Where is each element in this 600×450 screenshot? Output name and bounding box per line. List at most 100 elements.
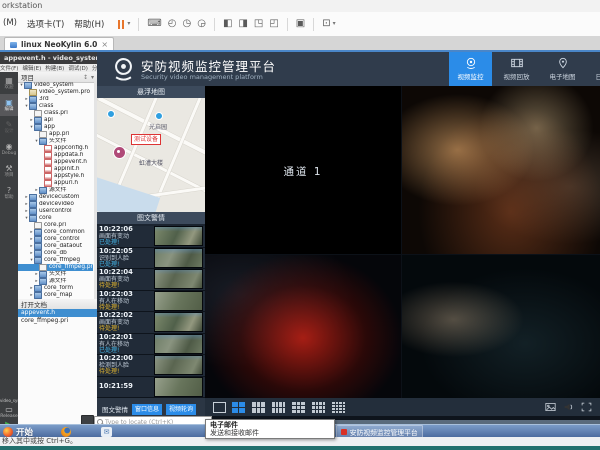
tree-item[interactable]: ▾video_system	[18, 82, 93, 89]
alert-item[interactable]: 10:22:06画面有变动已处理!	[97, 226, 205, 248]
vm-menu-item[interactable]: 帮助(H)	[74, 18, 104, 30]
tree-item[interactable]: appdata.h	[18, 152, 93, 159]
tree-item[interactable]: ▸core_db	[18, 250, 93, 257]
tree-item[interactable]: core.pri	[18, 222, 93, 229]
nav-视频回放[interactable]: 视频回放	[495, 52, 538, 86]
alert-item[interactable]: 10:22:00检测到人脸待处理!	[97, 355, 205, 377]
tree-item[interactable]: core_ffmpeg.pri	[18, 264, 93, 271]
nav-电子地图[interactable]: 电子地图	[541, 52, 584, 86]
open-document-item[interactable]: core_ffmpeg.pri	[18, 317, 97, 325]
map-marker-icon[interactable]	[155, 112, 163, 120]
layout-9[interactable]	[291, 401, 306, 414]
video-pane-2[interactable]	[402, 86, 600, 254]
layout-4[interactable]	[231, 401, 246, 414]
nav-日志查询[interactable]: 日志查询	[587, 52, 600, 86]
layout-12[interactable]	[311, 401, 326, 414]
footer-button-视频轮询[interactable]: 视频轮询	[166, 404, 196, 415]
layout-1[interactable]	[213, 402, 226, 413]
tree-item[interactable]: ▾class	[18, 103, 93, 110]
send-keys-icon[interactable]: ⌨	[147, 17, 161, 31]
open-document-item[interactable]: appevent.h	[18, 309, 97, 317]
fit-screen-button[interactable]: ⊡▾	[322, 17, 335, 31]
nav-视频监控[interactable]: 视频监控	[449, 52, 492, 86]
qt-menu-item[interactable]: 文件(F)	[0, 64, 18, 72]
expand-icon	[581, 402, 592, 412]
alert-item[interactable]: 10:22:03有人在移动待处理!	[97, 291, 205, 313]
audio-icon[interactable]	[563, 402, 574, 412]
tree-item[interactable]: appconfig.h	[18, 145, 93, 152]
fullscreen-icon[interactable]	[581, 402, 592, 412]
tree-item[interactable]: ▸源文件	[18, 278, 93, 285]
snapshot-revert-icon[interactable]: ◷	[183, 17, 192, 31]
mode-编辑[interactable]: ▣编辑	[0, 94, 18, 116]
tree-item[interactable]: ▸api	[18, 117, 93, 124]
footer-button-窗口信息[interactable]: 窗口信息	[132, 404, 162, 415]
mode-帮助[interactable]: ?帮助	[0, 182, 18, 204]
layout-16[interactable]	[331, 401, 346, 414]
tree-item[interactable]: ▸usercontrol	[18, 208, 93, 215]
floating-map[interactable]: 光启园 测试设备 虹漕大楼	[97, 98, 205, 212]
video-pane-4[interactable]	[402, 255, 600, 398]
mode-Debug[interactable]: ◉Debug	[0, 138, 18, 160]
tree-item[interactable]: ▾app	[18, 124, 93, 131]
tree-item[interactable]: ▾core	[18, 215, 93, 222]
filter-icon[interactable]: ▾	[91, 74, 94, 81]
pause-button[interactable]: ▾	[117, 17, 130, 31]
qt-menu-item[interactable]: 构建(B)	[45, 64, 64, 72]
vm-tab-linux-neokylin[interactable]: linux NeoKylin 6.0 ×	[4, 37, 114, 51]
vm-menu-item[interactable]: 选项卡(T)	[27, 18, 64, 30]
tree-item[interactable]: video_system.pro	[18, 89, 93, 96]
kit-selector[interactable]: ▭ Release	[0, 405, 18, 419]
tree-item[interactable]: app.pri	[18, 131, 93, 138]
alert-item[interactable]: 10:22:05识别到人脸已处理!	[97, 248, 205, 270]
tree-item[interactable]: ▸头文件	[18, 271, 93, 278]
tree-item[interactable]: ▸devicevideo	[18, 201, 93, 208]
tree-item[interactable]: ▸core_common	[18, 229, 93, 236]
tree-item[interactable]: ▾core_ffmpeg	[18, 257, 93, 264]
layout-8[interactable]	[271, 401, 286, 414]
layout-6[interactable]	[251, 401, 266, 414]
terminal-icon[interactable]: ▣	[296, 17, 305, 31]
alert-item[interactable]: 10:22:01有人在移动已处理!	[97, 334, 205, 356]
tree-item[interactable]: ▸core_map	[18, 292, 93, 299]
qt-menu-item[interactable]: 编辑(E)	[22, 64, 41, 72]
tree-item[interactable]: ▸devicecustom	[18, 194, 93, 201]
tree-item[interactable]: ▾头文件	[18, 138, 93, 145]
mode-项目[interactable]: ⚒项目	[0, 160, 18, 182]
alert-item[interactable]: 10:22:04画面有变动待处理!	[97, 269, 205, 291]
alert-item[interactable]: 10:21:59	[97, 377, 205, 399]
tree-item[interactable]: class.pri	[18, 110, 93, 117]
sync-icon[interactable]: ↕	[83, 74, 88, 81]
tree-item[interactable]: ▸core_dataout	[18, 243, 93, 250]
tree-item[interactable]: appinit.h	[18, 166, 93, 173]
map-marker-icon[interactable]	[107, 110, 115, 118]
snapshot-manager-icon[interactable]: ◶	[197, 17, 206, 31]
qt-menu-item[interactable]: 调试(D)	[68, 64, 88, 72]
tree-item[interactable]: appstyle.h	[18, 173, 93, 180]
snapshot-icon[interactable]	[545, 402, 556, 412]
mode-欢迎[interactable]: ▦欢迎	[0, 72, 18, 94]
console-view-icon[interactable]: ◳	[254, 17, 263, 31]
thumbnail-bar-icon[interactable]: ◨	[238, 17, 247, 31]
library-panel-icon[interactable]: ◧	[223, 17, 232, 31]
video-pane-channel-1[interactable]: 通道 1	[205, 86, 401, 254]
start-button[interactable]: 开始	[3, 426, 33, 438]
tree-item[interactable]: appevent.h	[18, 159, 93, 166]
tree-item[interactable]: ▸3rd	[18, 96, 93, 103]
toolbar-separator	[214, 18, 215, 31]
firefox-icon[interactable]	[61, 427, 71, 437]
tree-item[interactable]: ▸core_form	[18, 285, 93, 292]
tree-item[interactable]: ▸core_control	[18, 236, 93, 243]
mail-icon[interactable]: ✉	[101, 427, 112, 437]
mode-设计[interactable]: ✎设计	[0, 116, 18, 138]
snapshot-take-icon[interactable]: ◴	[168, 17, 177, 31]
vm-menu-item[interactable]: (M)	[3, 18, 17, 30]
alert-item[interactable]: 10:22:02画面有变动待处理!	[97, 312, 205, 334]
unity-view-icon[interactable]: ◰	[269, 17, 278, 31]
folder-icon	[39, 278, 47, 285]
video-pane-3[interactable]	[205, 255, 401, 398]
tree-item[interactable]: appurl.h	[18, 180, 93, 187]
vm-tab-close-icon[interactable]: ×	[101, 40, 108, 49]
tree-item[interactable]: ▸源文件	[18, 187, 93, 194]
camera-marker-icon[interactable]	[113, 146, 126, 159]
